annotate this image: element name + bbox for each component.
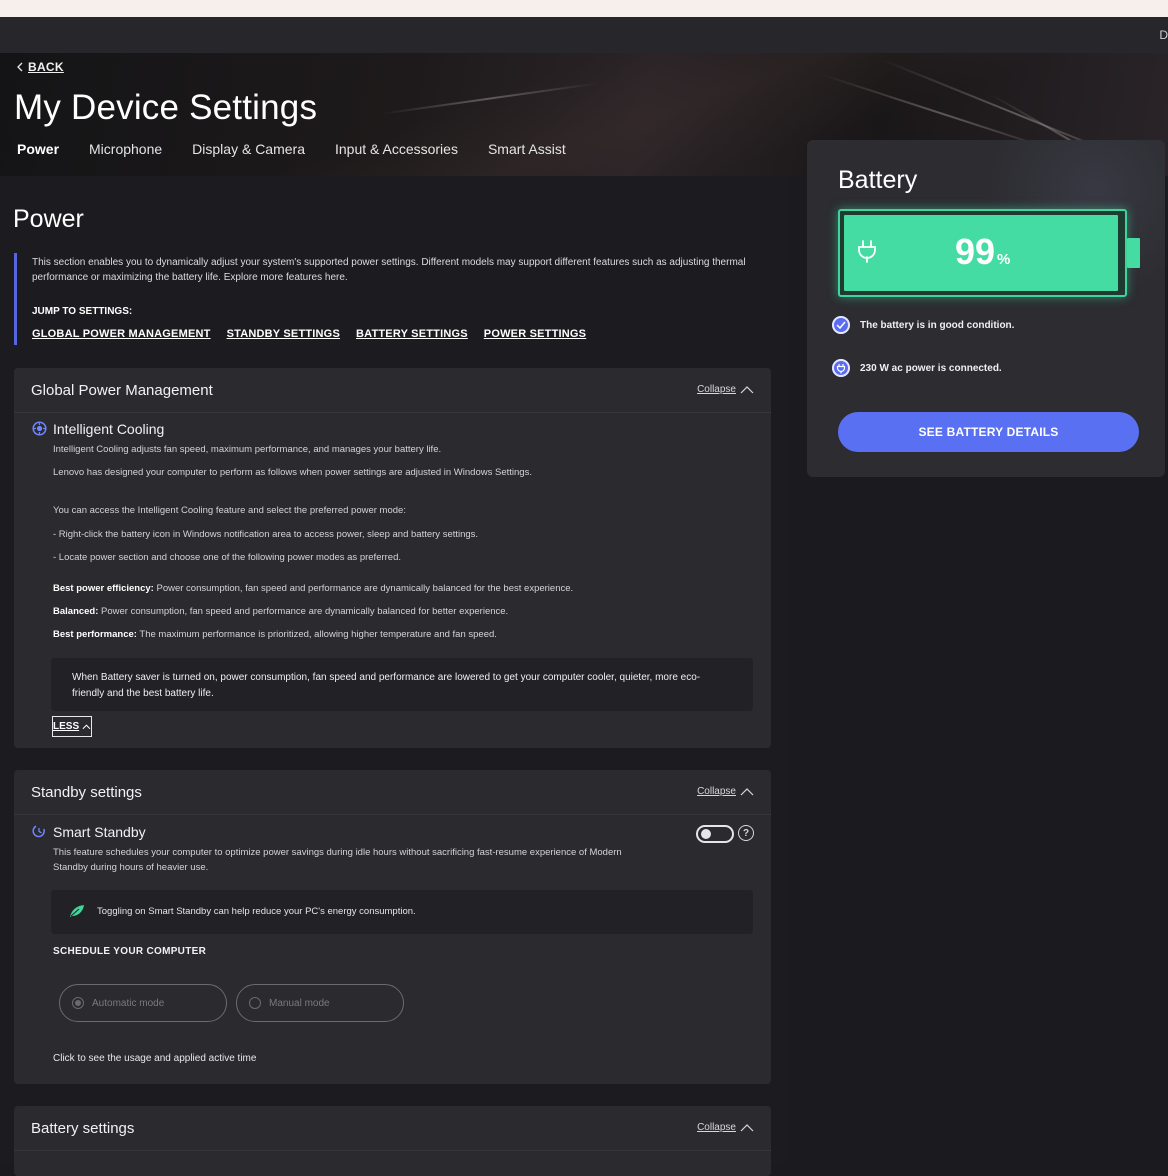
jump-link-standby[interactable]: STANDBY SETTINGS — [227, 328, 340, 340]
jump-link-battery[interactable]: BATTERY SETTINGS — [356, 328, 468, 340]
leaf-icon — [70, 905, 84, 917]
collapse-label: Collapse — [697, 786, 736, 797]
feature-title: Intelligent Cooling — [53, 421, 165, 437]
chevron-up-icon — [740, 787, 754, 795]
card-header: Battery settings Collapse — [14, 1106, 771, 1151]
feature-description: This feature schedules your computer to … — [53, 847, 622, 873]
user-initial[interactable]: D — [1159, 28, 1168, 42]
power-mode-row: Best power efficiency: Power consumption… — [53, 581, 573, 596]
radio-label: Manual mode — [269, 997, 330, 1009]
automatic-mode-radio[interactable]: Automatic mode — [59, 984, 227, 1022]
smart-standby-icon — [32, 825, 45, 838]
percent-value: 99 — [955, 231, 996, 272]
battery-terminal — [1127, 238, 1140, 268]
less-button[interactable]: LESS — [52, 716, 92, 737]
battery-saver-note: When Battery saver is turned on, power c… — [51, 658, 753, 711]
card-header: Standby settings Collapse — [14, 770, 771, 815]
battery-title: Battery — [838, 166, 918, 194]
back-link[interactable]: BACK — [16, 60, 64, 74]
condition-text: The battery is in good condition. — [860, 319, 1015, 331]
tab-display-camera[interactable]: Display & Camera — [192, 141, 305, 157]
schedule-label: SCHEDULE YOUR COMPUTER — [53, 946, 207, 957]
manual-mode-radio[interactable]: Manual mode — [236, 984, 404, 1022]
collapse-button[interactable]: Collapse — [697, 384, 754, 395]
power-mode-row: Best performance: The maximum performanc… — [53, 627, 497, 642]
global-power-card: Global Power Management Collapse Intelli… — [14, 368, 771, 748]
ac-power-status: 230 W ac power is connected. — [832, 359, 1002, 377]
collapse-button[interactable]: Collapse — [697, 1122, 754, 1133]
intelligent-cooling-icon — [32, 421, 47, 436]
back-label: BACK — [28, 60, 64, 74]
battery-condition-status: The battery is in good condition. — [832, 316, 1014, 334]
mode-name: Best performance: — [53, 629, 137, 640]
radio-label: Automatic mode — [92, 997, 165, 1009]
card-title: Global Power Management — [31, 382, 213, 399]
tab-microphone[interactable]: Microphone — [89, 141, 162, 157]
chevron-up-icon — [82, 724, 91, 729]
less-label: LESS — [53, 721, 80, 732]
collapse-button[interactable]: Collapse — [697, 786, 754, 797]
battery-panel: Battery 99% The battery is in good condi… — [807, 140, 1165, 477]
see-battery-details-button[interactable]: SEE BATTERY DETAILS — [838, 412, 1139, 452]
title-bar: D — [0, 17, 1168, 53]
help-icon[interactable]: ? — [738, 825, 754, 841]
tab-input-accessories[interactable]: Input & Accessories — [335, 141, 458, 157]
feature-line: Lenovo has designed your computer to per… — [53, 467, 532, 478]
section-description: This section enables you to dynamically … — [32, 257, 746, 283]
card-title: Battery settings — [31, 1120, 135, 1137]
energy-tip: Toggling on Smart Standby can help reduc… — [51, 890, 753, 934]
feature-line: You can access the Intelligent Cooling f… — [53, 505, 406, 516]
radio-dot — [249, 997, 261, 1009]
tip-text: Toggling on Smart Standby can help reduc… — [97, 906, 416, 917]
standby-card: Standby settings Collapse Smart Standby … — [14, 770, 771, 1084]
feature-line: - Locate power section and choose one of… — [53, 552, 402, 563]
check-icon — [832, 316, 850, 334]
chevron-left-icon — [17, 62, 23, 72]
banner-streak — [379, 82, 598, 115]
collapse-label: Collapse — [697, 1122, 736, 1133]
percent-unit: % — [997, 251, 1011, 268]
power-mode-row: Balanced: Power consumption, fan speed a… — [53, 604, 508, 619]
collapse-label: Collapse — [697, 384, 736, 395]
tab-power[interactable]: Power — [17, 141, 59, 157]
mode-name: Balanced: — [53, 606, 99, 617]
mode-text: The maximum performance is prioritized, … — [139, 629, 497, 640]
power-text: 230 W ac power is connected. — [860, 362, 1002, 374]
jump-link-global-power[interactable]: GLOBAL POWER MANAGEMENT — [32, 328, 211, 340]
radio-dot — [72, 997, 84, 1009]
jump-to-label: JUMP TO SETTINGS: — [32, 306, 133, 317]
usage-link[interactable]: Click to see the usage and applied activ… — [53, 1053, 256, 1064]
feature-line: Intelligent Cooling adjusts fan speed, m… — [53, 444, 442, 455]
battery-settings-card: Battery settings Collapse — [14, 1106, 771, 1176]
radio-dot-selected — [75, 1000, 81, 1006]
power-plug-icon — [832, 359, 850, 377]
tab-smart-assist[interactable]: Smart Assist — [488, 141, 566, 157]
smart-standby-toggle[interactable] — [696, 825, 734, 843]
battery-percent: 99% — [955, 231, 1010, 273]
chevron-up-icon — [740, 385, 754, 393]
section-intro: This section enables you to dynamically … — [14, 253, 777, 345]
card-header: Global Power Management Collapse — [14, 368, 771, 413]
feature-title: Smart Standby — [53, 824, 146, 840]
jump-link-power-settings[interactable]: POWER SETTINGS — [484, 328, 586, 340]
settings-tabs: Power Microphone Display & Camera Input … — [17, 141, 566, 157]
plug-icon — [858, 240, 876, 263]
card-title: Standby settings — [31, 784, 142, 801]
mode-text: Power consumption, fan speed and perform… — [156, 583, 574, 594]
chevron-up-icon — [740, 1123, 754, 1131]
feature-line: - Right-click the battery icon in Window… — [53, 529, 479, 540]
window-top-strip — [0, 0, 1168, 17]
toggle-knob — [701, 829, 711, 839]
page-title: My Device Settings — [14, 88, 318, 127]
mode-text: Power consumption, fan speed and perform… — [101, 606, 509, 617]
jump-links: GLOBAL POWER MANAGEMENT STANDBY SETTINGS… — [32, 328, 586, 340]
note-text: When Battery saver is turned on, power c… — [72, 672, 701, 699]
section-title: Power — [13, 205, 84, 233]
mode-name: Best power efficiency: — [53, 583, 154, 594]
